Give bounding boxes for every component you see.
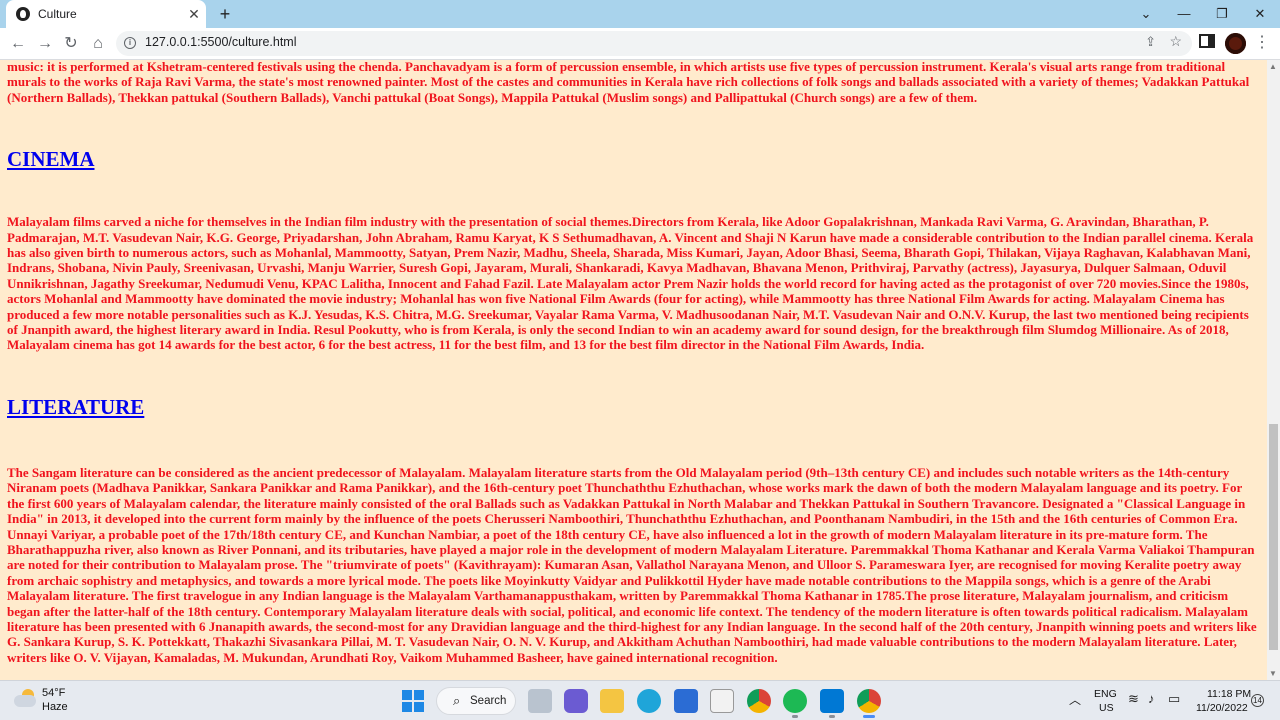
url-text[interactable]: 127.0.0.1:5500/culture.html xyxy=(145,35,297,49)
page-content: music: it is performed at Kshetram-cente… xyxy=(7,60,1260,665)
language-indicator[interactable]: ENG xyxy=(1094,688,1117,700)
weather-condition[interactable]: Haze xyxy=(42,701,68,713)
browser-toolbar: ← → ↻ ⌂ i 127.0.0.1:5500/culture.html ⇪ … xyxy=(0,28,1280,60)
weather-temperature[interactable]: 54°F xyxy=(42,687,65,699)
tray-chevron-up-icon[interactable]: ︿ xyxy=(1069,691,1081,708)
maximize-button[interactable]: ❐ xyxy=(1203,0,1241,28)
home-button[interactable]: ⌂ xyxy=(86,32,110,56)
tab-search-dropdown-icon[interactable]: ⌄ xyxy=(1127,0,1165,28)
share-icon[interactable]: ⇪ xyxy=(1145,34,1156,50)
minimize-button[interactable]: — xyxy=(1165,0,1203,28)
microsoft-store-icon[interactable] xyxy=(674,689,698,713)
search-label: Search xyxy=(470,695,507,707)
music-paragraph: music: it is performed at Kshetram-cente… xyxy=(7,60,1250,105)
page-viewport: music: it is performed at Kshetram-cente… xyxy=(0,60,1267,680)
weather-haze-icon[interactable] xyxy=(14,689,36,707)
volume-icon[interactable]: ♪ xyxy=(1148,691,1155,706)
windows-taskbar: 54°F Haze ⌕ Search ︿ ENG US ≋ ♪ ▭ 11:18 … xyxy=(0,680,1280,720)
search-icon: ⌕ xyxy=(453,693,461,708)
chrome-active-icon[interactable] xyxy=(857,689,881,713)
literature-paragraph: The Sangam literature can be considered … xyxy=(7,464,1257,665)
clock-date[interactable]: 11/20/2022 xyxy=(1196,702,1248,714)
side-panel-icon[interactable] xyxy=(1199,34,1215,48)
notification-badge[interactable]: 14 xyxy=(1251,694,1264,707)
region-indicator[interactable]: US xyxy=(1099,702,1114,714)
browser-tab-strip: Culture ✕ + ⌄ — ❐ ✕ xyxy=(0,0,1280,28)
scroll-down-icon[interactable]: ▼ xyxy=(1269,669,1277,678)
clock-time[interactable]: 11:18 PM xyxy=(1207,688,1251,700)
address-bar[interactable]: i 127.0.0.1:5500/culture.html ⇪ ☆ xyxy=(116,31,1192,56)
vscode-running-indicator xyxy=(829,715,835,718)
chrome-active-indicator xyxy=(863,715,875,718)
browser-menu-icon[interactable]: ⋮ xyxy=(1252,32,1272,52)
spotify-running-indicator xyxy=(792,715,798,718)
teams-chat-icon[interactable] xyxy=(564,689,588,713)
scroll-up-icon[interactable]: ▲ xyxy=(1269,62,1277,71)
profile-avatar[interactable] xyxy=(1225,33,1246,54)
wifi-icon[interactable]: ≋ xyxy=(1128,691,1139,707)
close-window-button[interactable]: ✕ xyxy=(1241,0,1279,28)
tab-close-icon[interactable]: ✕ xyxy=(182,6,206,23)
tab-title: Culture xyxy=(38,7,77,21)
chrome-icon[interactable] xyxy=(747,689,771,713)
page-scrollbar[interactable]: ▲ ▼ xyxy=(1267,60,1280,680)
reload-button[interactable]: ↻ xyxy=(59,32,83,56)
site-info-icon[interactable]: i xyxy=(124,37,136,49)
edge-browser-icon[interactable] xyxy=(637,689,661,713)
file-explorer-icon[interactable] xyxy=(600,689,624,713)
spotify-icon[interactable] xyxy=(783,689,807,713)
windows-start-icon[interactable] xyxy=(402,690,424,712)
site-favicon-icon xyxy=(16,7,30,21)
notepad-icon[interactable] xyxy=(710,689,734,713)
taskbar-search-button[interactable]: ⌕ Search xyxy=(436,687,516,715)
browser-tab-culture[interactable]: Culture ✕ xyxy=(6,0,206,28)
task-view-icon[interactable] xyxy=(528,689,552,713)
bookmark-star-icon[interactable]: ☆ xyxy=(1169,33,1182,50)
literature-heading-link[interactable]: LITERATURE xyxy=(7,395,1260,420)
cinema-heading-link[interactable]: CINEMA xyxy=(7,147,1260,172)
cinema-paragraph: Malayalam films carved a niche for thems… xyxy=(7,214,1254,353)
forward-button[interactable]: → xyxy=(33,32,57,56)
scrollbar-thumb[interactable] xyxy=(1269,424,1278,650)
new-tab-button[interactable]: + xyxy=(214,3,236,25)
vscode-icon[interactable] xyxy=(820,689,844,713)
battery-icon[interactable]: ▭ xyxy=(1168,691,1180,707)
back-button[interactable]: ← xyxy=(6,32,30,56)
